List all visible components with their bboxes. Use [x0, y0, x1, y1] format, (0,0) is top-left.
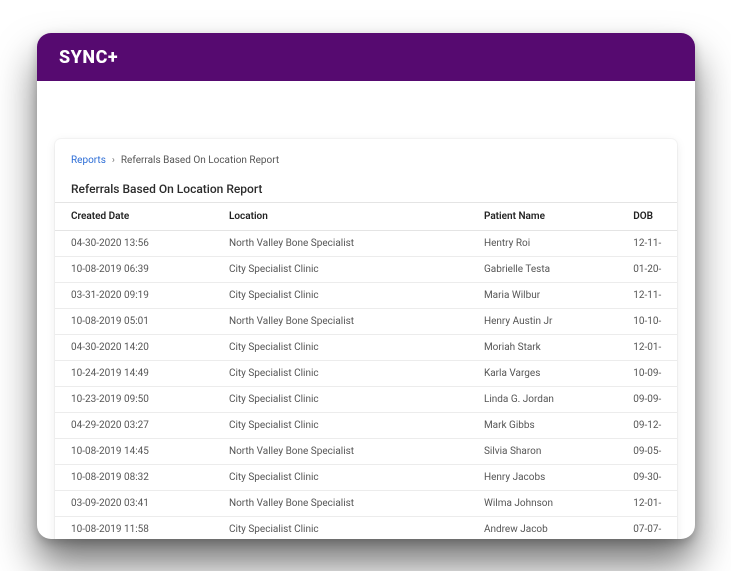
cell-patient: Henry Austin Jr [478, 309, 627, 335]
cell-patient: Moriah Stark [478, 335, 627, 361]
cell-dob: 09-30- [627, 465, 677, 491]
cell-created: 10-08-2019 08:32 [55, 465, 223, 491]
cell-dob: 12-01- [627, 335, 677, 361]
cell-dob: 12-01- [627, 491, 677, 517]
col-header-patient[interactable]: Patient Name [478, 203, 627, 231]
app-window: SYNC+ Reports › Referrals Based On Locat… [37, 33, 695, 539]
cell-dob: 09-09- [627, 387, 677, 413]
cell-created: 10-23-2019 09:50 [55, 387, 223, 413]
table-row[interactable]: 04-29-2020 03:27City Specialist ClinicMa… [55, 413, 677, 439]
cell-patient: Linda G. Jordan [478, 387, 627, 413]
col-header-created[interactable]: Created Date [55, 203, 223, 231]
table-row[interactable]: 10-08-2019 08:32City Specialist ClinicHe… [55, 465, 677, 491]
cell-patient: Wilma Johnson [478, 491, 627, 517]
cell-created: 10-08-2019 11:58 [55, 517, 223, 540]
cell-created: 04-30-2020 14:20 [55, 335, 223, 361]
table-row[interactable]: 04-30-2020 14:20City Specialist ClinicMo… [55, 335, 677, 361]
table-row[interactable]: 10-24-2019 14:49City Specialist ClinicKa… [55, 361, 677, 387]
cell-dob: 09-05- [627, 439, 677, 465]
cell-created: 10-24-2019 14:49 [55, 361, 223, 387]
content-panel: Reports › Referrals Based On Location Re… [55, 139, 677, 539]
cell-location: City Specialist Clinic [223, 257, 478, 283]
cell-dob: 10-09- [627, 361, 677, 387]
table-row[interactable]: 10-08-2019 14:45North Valley Bone Specia… [55, 439, 677, 465]
cell-patient: Andrew Jacob [478, 517, 627, 540]
app-body: Reports › Referrals Based On Location Re… [37, 81, 695, 539]
cell-dob: 10-10- [627, 309, 677, 335]
breadcrumb-current: Referrals Based On Location Report [121, 155, 279, 166]
table-row[interactable]: 10-08-2019 11:58City Specialist ClinicAn… [55, 517, 677, 540]
cell-created: 03-31-2020 09:19 [55, 283, 223, 309]
cell-location: North Valley Bone Specialist [223, 309, 478, 335]
col-header-dob[interactable]: DOB [627, 203, 677, 231]
table-row[interactable]: 04-30-2020 13:56North Valley Bone Specia… [55, 231, 677, 257]
cell-patient: Gabrielle Testa [478, 257, 627, 283]
report-table-wrap: Created Date Location Patient Name DOB 0… [55, 202, 677, 539]
table-row[interactable]: 10-08-2019 06:39City Specialist ClinicGa… [55, 257, 677, 283]
breadcrumb: Reports › Referrals Based On Location Re… [55, 155, 677, 182]
cell-location: North Valley Bone Specialist [223, 491, 478, 517]
cell-created: 10-08-2019 06:39 [55, 257, 223, 283]
cell-location: City Specialist Clinic [223, 361, 478, 387]
cell-created: 10-08-2019 05:01 [55, 309, 223, 335]
cell-dob: 01-20- [627, 257, 677, 283]
page-title: Referrals Based On Location Report [55, 182, 677, 202]
table-row[interactable]: 10-08-2019 05:01North Valley Bone Specia… [55, 309, 677, 335]
cell-location: City Specialist Clinic [223, 465, 478, 491]
cell-dob: 07-07- [627, 517, 677, 540]
chevron-right-icon: › [112, 155, 115, 166]
report-table: Created Date Location Patient Name DOB 0… [55, 202, 677, 539]
cell-patient: Mark Gibbs [478, 413, 627, 439]
col-header-location[interactable]: Location [223, 203, 478, 231]
cell-created: 04-30-2020 13:56 [55, 231, 223, 257]
cell-patient: Hentry Roi [478, 231, 627, 257]
app-logo: SYNC+ [59, 47, 118, 68]
table-row[interactable]: 10-23-2019 09:50City Specialist ClinicLi… [55, 387, 677, 413]
cell-location: City Specialist Clinic [223, 335, 478, 361]
cell-dob: 12-11- [627, 283, 677, 309]
cell-dob: 09-12- [627, 413, 677, 439]
cell-location: North Valley Bone Specialist [223, 231, 478, 257]
cell-location: City Specialist Clinic [223, 387, 478, 413]
cell-patient: Karla Varges [478, 361, 627, 387]
cell-dob: 12-11- [627, 231, 677, 257]
cell-location: City Specialist Clinic [223, 413, 478, 439]
cell-location: City Specialist Clinic [223, 517, 478, 540]
cell-created: 10-08-2019 14:45 [55, 439, 223, 465]
table-row[interactable]: 03-31-2020 09:19City Specialist ClinicMa… [55, 283, 677, 309]
cell-created: 03-09-2020 03:41 [55, 491, 223, 517]
cell-location: City Specialist Clinic [223, 283, 478, 309]
cell-patient: Maria Wilbur [478, 283, 627, 309]
cell-patient: Silvia Sharon [478, 439, 627, 465]
cell-created: 04-29-2020 03:27 [55, 413, 223, 439]
cell-location: North Valley Bone Specialist [223, 439, 478, 465]
table-row[interactable]: 03-09-2020 03:41North Valley Bone Specia… [55, 491, 677, 517]
cell-patient: Henry Jacobs [478, 465, 627, 491]
table-header-row: Created Date Location Patient Name DOB [55, 203, 677, 231]
breadcrumb-root-link[interactable]: Reports [71, 155, 106, 166]
app-header: SYNC+ [37, 33, 695, 81]
